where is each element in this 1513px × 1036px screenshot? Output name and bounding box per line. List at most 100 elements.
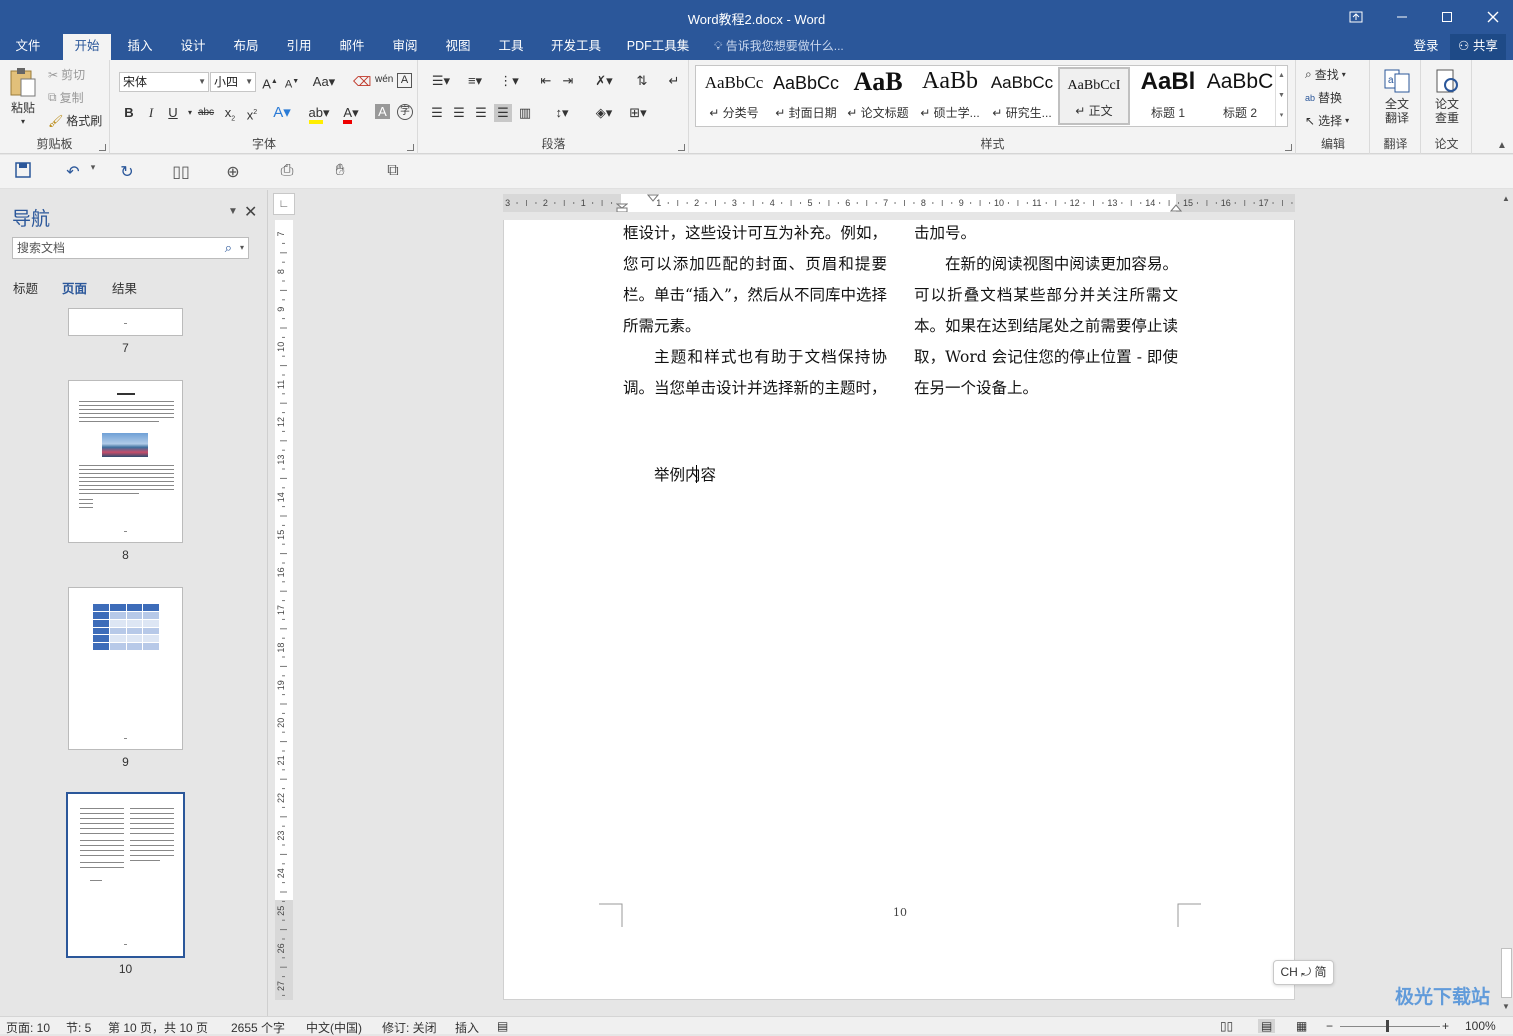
copy-button[interactable]: ⧉ 复制	[48, 89, 84, 106]
style-tile[interactable]: AaBl 标题 1	[1132, 67, 1204, 125]
style-tile[interactable]: AaBbCc ↵ 分类号	[698, 67, 770, 125]
web-layout-icon[interactable]: ⊕	[222, 162, 244, 182]
minimize-icon[interactable]	[1379, 0, 1425, 34]
style-tile[interactable]: AaBbCc ↵ 研究生...	[986, 67, 1058, 125]
align-right-icon[interactable]: ☰	[472, 104, 490, 122]
body-paragraph[interactable]: 击加号。	[914, 218, 1178, 249]
styles-launcher-icon[interactable]	[1285, 144, 1292, 151]
italic-icon[interactable]: I	[142, 104, 160, 122]
change-case-icon[interactable]: Aa▾	[311, 73, 337, 91]
highlight-icon[interactable]: ab▾	[307, 104, 331, 124]
zoom-level[interactable]: 100%	[1465, 1019, 1496, 1033]
body-paragraph[interactable]: 框设计，这些设计可互为补充。例如，您可以添加匹配的封面、页眉和提要栏。单击“插入…	[623, 218, 887, 342]
enclose-char-icon[interactable]: 字	[397, 104, 413, 120]
undo-dropdown-icon[interactable]: ▾	[82, 162, 104, 173]
style-tile[interactable]: AaB ↵ 论文标题	[842, 67, 914, 125]
nav-search-input[interactable]: 搜索文档 ⌕ ▾	[12, 237, 249, 259]
select-button[interactable]: ↖ 选择 ▾	[1305, 112, 1349, 129]
tab-insert[interactable]: 插入	[118, 34, 162, 60]
undo-icon[interactable]: ↶	[62, 162, 84, 182]
zoom-in-icon[interactable]: +	[1442, 1019, 1449, 1033]
share-button[interactable]: ⚇ 共享	[1450, 34, 1506, 60]
style-tile[interactable]: AaBb ↵ 硕士学...	[914, 67, 986, 125]
strikethrough-icon[interactable]: abc	[197, 104, 215, 122]
scroll-up-icon[interactable]: ▲	[1502, 194, 1510, 203]
search-icon[interactable]: ⌕	[225, 238, 232, 258]
style-tile[interactable]: AaBbCc ↵ 封面日期	[770, 67, 842, 125]
align-center-icon[interactable]: ☰	[450, 104, 468, 122]
tab-review[interactable]: 审阅	[383, 34, 427, 60]
vertical-scrollbar[interactable]: ▲ ▼	[1500, 190, 1513, 1016]
find-button[interactable]: ⌕ 查找 ▾	[1305, 66, 1346, 83]
nav-tab-headings[interactable]: 标题	[13, 278, 38, 297]
tab-view[interactable]: 视图	[436, 34, 480, 60]
gallery-scroll[interactable]: ▲ ▼ ▾	[1275, 66, 1287, 126]
format-painter-button[interactable]: 🖌︎ 格式刷	[48, 112, 102, 129]
shrink-font-icon[interactable]: A▼	[283, 73, 301, 91]
status-section[interactable]: 节: 5	[66, 1019, 91, 1036]
touch-mode-icon[interactable]: ✋︎	[329, 162, 351, 180]
char-border-icon[interactable]: A	[397, 73, 412, 88]
macro-record-icon[interactable]: ▤	[497, 1019, 508, 1033]
phonetic-guide-icon[interactable]: wén	[375, 71, 393, 89]
body-paragraph[interactable]: 主题和样式也有助于文档保持协调。当您单击设计并选择新的主题时，	[623, 342, 887, 404]
body-paragraph[interactable]: 在新的阅读视图中阅读更加容易。可以折叠文档某些部分并关注所需文本。如果在达到结尾…	[914, 249, 1178, 404]
document-page[interactable]: 框设计，这些设计可互为补充。例如，您可以添加匹配的封面、页眉和提要栏。单击“插入…	[503, 220, 1295, 1000]
justify-icon[interactable]: ☰	[494, 104, 512, 122]
line-spacing-icon[interactable]: ↕▾	[549, 104, 575, 122]
first-line-indent-marker[interactable]	[647, 194, 659, 203]
page-thumbnail[interactable]	[68, 308, 183, 336]
page-thumbnail[interactable]	[68, 380, 183, 543]
status-track-changes[interactable]: 修订: 关闭	[382, 1019, 437, 1036]
superscript-icon[interactable]: x2	[243, 104, 261, 122]
style-tile-selected[interactable]: AaBbCcI ↵ 正文	[1058, 67, 1130, 125]
font-color-icon[interactable]: A▾	[339, 104, 363, 124]
chevron-down-icon[interactable]: ▾	[240, 238, 244, 258]
nav-tab-pages[interactable]: 页面	[62, 278, 87, 297]
tell-me-box[interactable]: 💡︎ 告诉我您想要做什么...	[714, 34, 844, 60]
read-mode-icon[interactable]: ▯▯	[170, 162, 192, 182]
status-word-count[interactable]: 2655 个字	[231, 1019, 285, 1036]
collapse-ribbon-icon[interactable]: ▲	[1497, 140, 1507, 151]
tab-home[interactable]: 开始	[63, 34, 111, 60]
font-launcher-icon[interactable]	[407, 144, 414, 151]
char-shading-icon[interactable]: A	[375, 104, 390, 119]
tab-mailings[interactable]: 邮件	[330, 34, 374, 60]
style-tile[interactable]: AaBbC 标题 2	[1204, 67, 1276, 125]
borders-icon[interactable]: ⊞▾	[625, 104, 651, 122]
left-column[interactable]: 框设计，这些设计可互为补充。例如，您可以添加匹配的封面、页眉和提要栏。单击“插入…	[623, 218, 887, 404]
horizontal-ruler[interactable]: 3 2 1 1 2 3 4 5 6 7 8 9 10 11 12 13 14 15 16 17	[503, 194, 1295, 212]
zoom-out-icon[interactable]: −	[1326, 1019, 1333, 1033]
sort-icon[interactable]: ⇅	[633, 72, 651, 90]
read-mode-view-icon[interactable]: ▯▯	[1220, 1019, 1233, 1033]
nav-tab-results[interactable]: 结果	[112, 278, 137, 297]
tab-selector[interactable]: ∟	[273, 193, 295, 215]
nav-close-icon[interactable]: ✕	[244, 202, 257, 222]
page-thumbnail[interactable]	[68, 587, 183, 750]
print-layout-view-icon[interactable]: ▤	[1258, 1019, 1276, 1033]
clear-format-icon[interactable]: ⌫	[353, 73, 371, 91]
underline-icon[interactable]: U	[164, 104, 182, 122]
paste-dropdown-icon[interactable]: ▾	[21, 117, 25, 126]
page-thumbnail-selected[interactable]	[66, 792, 185, 958]
increase-indent-icon[interactable]: ⇥	[559, 72, 577, 90]
paragraph-launcher-icon[interactable]	[678, 144, 685, 151]
paste-button[interactable]: 粘贴 ▾	[8, 66, 38, 126]
multilevel-list-icon[interactable]: ⋮▾	[496, 72, 522, 90]
status-page[interactable]: 页面: 10	[6, 1019, 50, 1036]
signin-link[interactable]: 登录	[1404, 34, 1448, 60]
ribbon-display-options-icon[interactable]	[1333, 0, 1379, 34]
tab-design[interactable]: 设计	[171, 34, 215, 60]
chinese-layout-icon[interactable]: ✗▾	[591, 72, 617, 90]
tab-tools[interactable]: 工具	[489, 34, 533, 60]
cut-button[interactable]: ✂ 剪切	[48, 66, 85, 83]
ime-indicator[interactable]: CH ⤾ 简	[1273, 960, 1334, 985]
bold-icon[interactable]: B	[120, 104, 138, 122]
scroll-down-icon[interactable]: ▼	[1502, 1002, 1510, 1011]
maximize-icon[interactable]	[1424, 0, 1470, 34]
tab-pdf-tools[interactable]: PDF工具集	[622, 34, 694, 60]
paper-check-button[interactable]: 论文查重	[1430, 68, 1464, 125]
font-size-combo[interactable]: 小四 ▼	[210, 72, 256, 92]
right-indent-marker[interactable]	[1170, 194, 1182, 212]
font-name-combo[interactable]: 宋体 ▼	[119, 72, 209, 92]
